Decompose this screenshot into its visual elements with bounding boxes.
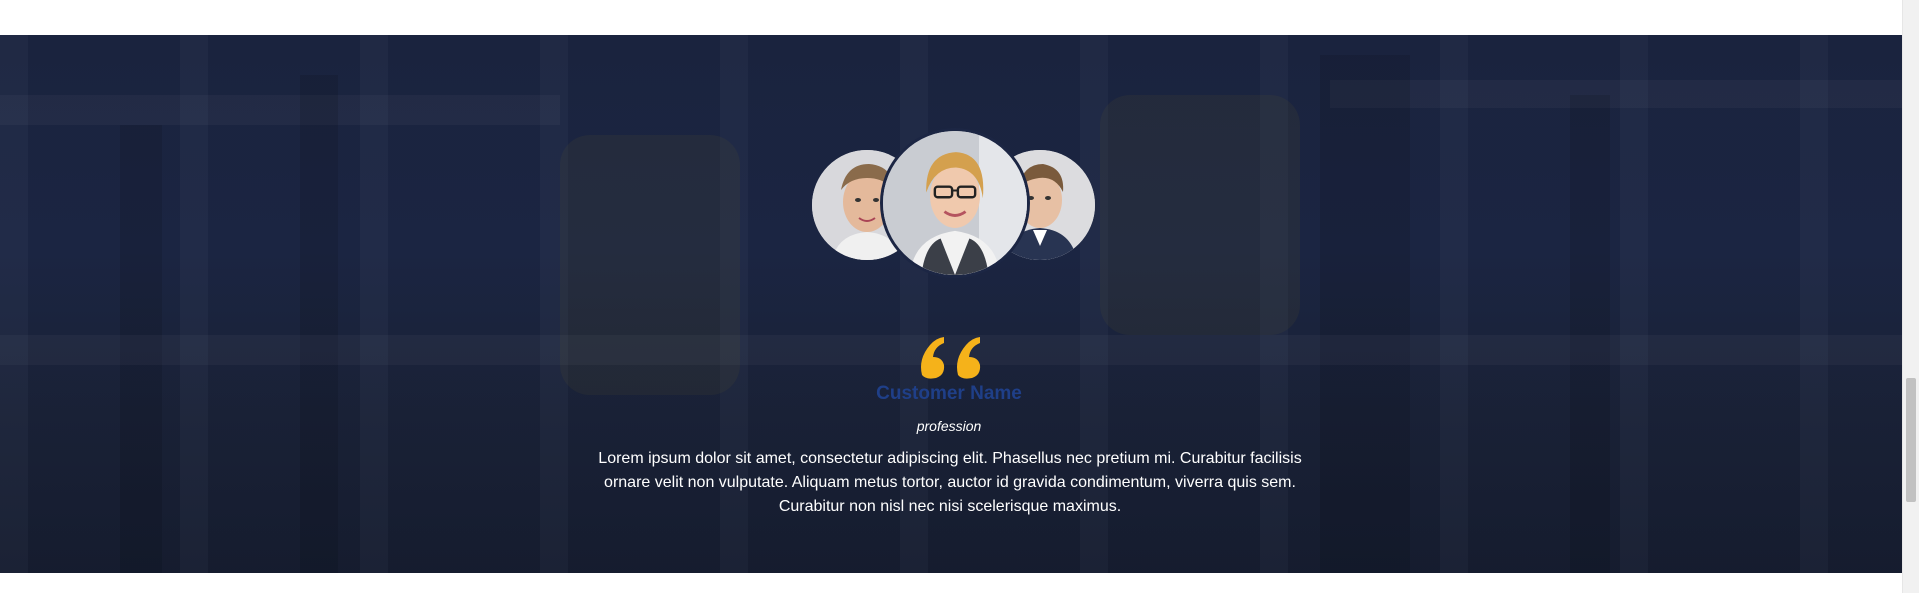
testimonial-text: Lorem ipsum dolor sit amet, consectetur … [598, 450, 1302, 515]
quote-open-icon [918, 335, 990, 381]
customer-profession: profession [916, 418, 982, 434]
testimonial-section: Customer Name profession Lorem ipsum dol… [0, 35, 1902, 573]
customer-name: Customer Name [876, 383, 1022, 404]
vertical-scrollbar[interactable] [1902, 0, 1919, 593]
page-top-area [0, 0, 1902, 35]
scrollbar-thumb[interactable] [1906, 378, 1916, 502]
page-bottom-area [0, 573, 1902, 593]
customer-avatar-active[interactable] [880, 128, 1030, 278]
